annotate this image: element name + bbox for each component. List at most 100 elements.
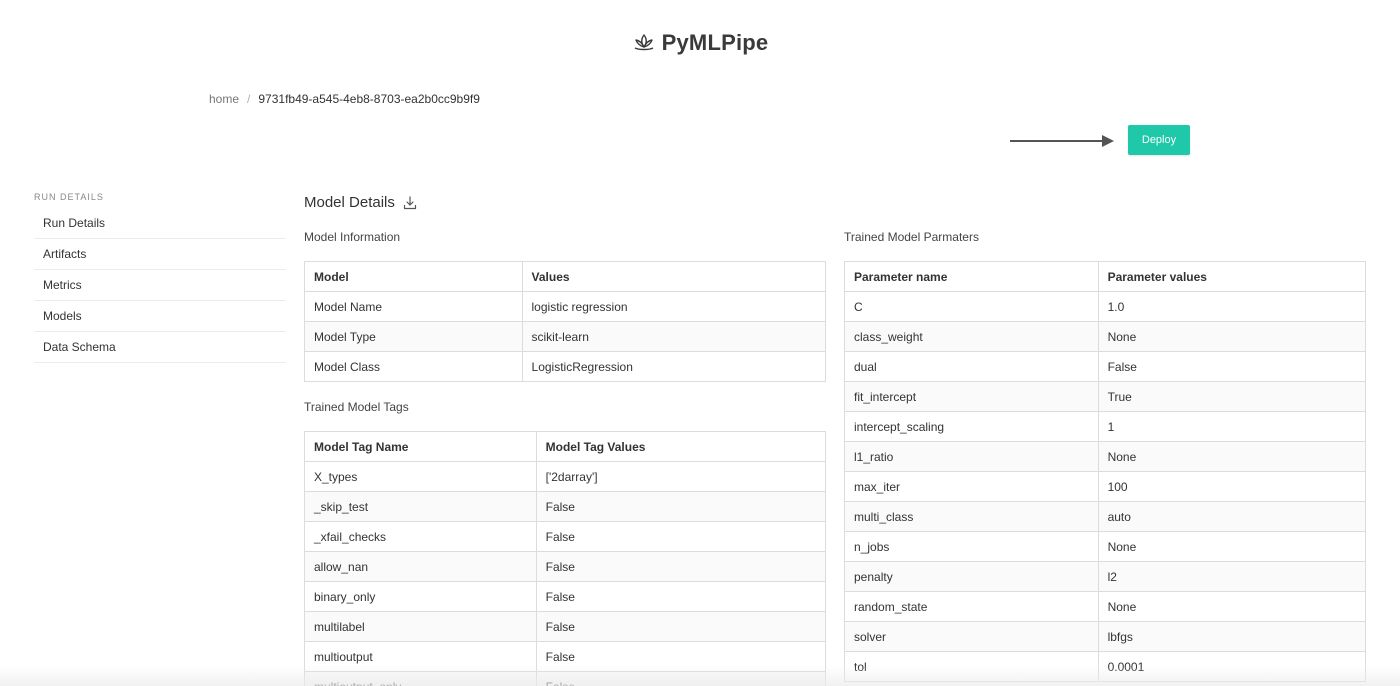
table-cell: class_weight xyxy=(844,321,1099,352)
column-header: Parameter values xyxy=(1097,261,1367,292)
table-cell: None xyxy=(1097,531,1367,562)
table-cell: X_types xyxy=(304,461,537,492)
model-tags-label: Trained Model Tags xyxy=(304,400,409,414)
table-cell: False xyxy=(535,551,827,582)
model-information-label: Model Information xyxy=(304,230,401,244)
table-cell: auto xyxy=(1097,501,1367,532)
table-row: C 1.0 xyxy=(844,291,1367,322)
table-cell: penalty xyxy=(844,561,1099,592)
table-row: dual False xyxy=(844,351,1367,382)
table-row: multioutput False xyxy=(304,641,827,672)
table-cell: LogisticRegression xyxy=(521,351,827,382)
sidebar-item-run-details[interactable]: Run Details xyxy=(34,208,286,239)
sidebar-item-models[interactable]: Models xyxy=(34,301,286,332)
breadcrumb-current-run: 9731fb49-a545-4eb8-8703-ea2b0cc9b9f9 xyxy=(258,92,480,106)
sidebar-item-data-schema[interactable]: Data Schema xyxy=(34,332,286,363)
table-row: _skip_test False xyxy=(304,491,827,522)
table-cell: Model Class xyxy=(304,351,523,382)
table-row: Model Name logistic regression xyxy=(304,291,827,322)
model-parameters-table: Parameter name Parameter values C 1.0 cl… xyxy=(844,261,1367,682)
table-cell: intercept_scaling xyxy=(844,411,1099,442)
table-cell: solver xyxy=(844,621,1099,652)
page-title: Model Details xyxy=(304,194,417,211)
table-cell: logistic regression xyxy=(521,291,827,322)
table-row: Model Class LogisticRegression xyxy=(304,351,827,382)
lotus-icon xyxy=(632,31,656,55)
table-cell: False xyxy=(1097,351,1367,382)
table-cell: lbfgs xyxy=(1097,621,1367,652)
breadcrumb-separator: / xyxy=(247,92,251,106)
table-cell: l1_ratio xyxy=(844,441,1099,472)
table-header-row: Parameter name Parameter values xyxy=(844,261,1367,292)
column-header: Parameter name xyxy=(844,261,1099,292)
table-cell: l2 xyxy=(1097,561,1367,592)
model-parameters-label: Trained Model Parmaters xyxy=(844,230,979,244)
table-cell: None xyxy=(1097,321,1367,352)
table-row: solver lbfgs xyxy=(844,621,1367,652)
table-row: penalty l2 xyxy=(844,561,1367,592)
table-cell: Model Type xyxy=(304,321,523,352)
table-row: tol 0.0001 xyxy=(844,651,1367,682)
table-cell: 100 xyxy=(1097,471,1367,502)
breadcrumb: home / 9731fb49-a545-4eb8-8703-ea2b0cc9b… xyxy=(209,92,480,106)
table-cell: multioutput xyxy=(304,641,537,672)
table-row: random_state None xyxy=(844,591,1367,622)
table-row: class_weight None xyxy=(844,321,1367,352)
model-information-table: Model Values Model Name logistic regress… xyxy=(304,261,827,382)
sidebar: RUN DETAILS Run Details Artifacts Metric… xyxy=(34,192,286,363)
app-window: PyMLPipe home / 9731fb49-a545-4eb8-8703-… xyxy=(0,0,1400,686)
table-cell: None xyxy=(1097,441,1367,472)
table-cell: max_iter xyxy=(844,471,1099,502)
table-row: _xfail_checks False xyxy=(304,521,827,552)
table-cell: True xyxy=(1097,381,1367,412)
table-cell: allow_nan xyxy=(304,551,537,582)
sidebar-item-metrics[interactable]: Metrics xyxy=(34,270,286,301)
table-cell: multilabel xyxy=(304,611,537,642)
table-row: n_jobs None xyxy=(844,531,1367,562)
column-header: Model Tag Values xyxy=(535,431,827,462)
column-header: Values xyxy=(521,261,827,292)
breadcrumb-home-link[interactable]: home xyxy=(209,92,239,106)
sidebar-item-artifacts[interactable]: Artifacts xyxy=(34,239,286,270)
table-cell: False xyxy=(535,521,827,552)
table-cell: False xyxy=(535,611,827,642)
download-icon[interactable] xyxy=(403,195,417,210)
table-cell: multioutput_only xyxy=(304,671,537,686)
table-cell: random_state xyxy=(844,591,1099,622)
table-row: allow_nan False xyxy=(304,551,827,582)
table-cell: fit_intercept xyxy=(844,381,1099,412)
table-row: max_iter 100 xyxy=(844,471,1367,502)
deploy-button[interactable]: Deploy xyxy=(1128,125,1190,155)
brand-title: PyMLPipe xyxy=(661,30,769,55)
table-row: fit_intercept True xyxy=(844,381,1367,412)
table-cell: binary_only xyxy=(304,581,537,612)
table-cell: _skip_test xyxy=(304,491,537,522)
table-cell: scikit-learn xyxy=(521,321,827,352)
table-row: multioutput_only False xyxy=(304,671,827,686)
table-header-row: Model Values xyxy=(304,261,827,292)
pointer-arrow xyxy=(1010,135,1114,147)
table-cell: ['2darray'] xyxy=(535,461,827,492)
table-cell: dual xyxy=(844,351,1099,382)
table-cell: multi_class xyxy=(844,501,1099,532)
table-cell: False xyxy=(535,641,827,672)
brand-header: PyMLPipe xyxy=(0,30,1400,56)
table-row: multi_class auto xyxy=(844,501,1367,532)
table-row: X_types ['2darray'] xyxy=(304,461,827,492)
table-cell: 0.0001 xyxy=(1097,651,1367,682)
table-row: intercept_scaling 1 xyxy=(844,411,1367,442)
table-cell: tol xyxy=(844,651,1099,682)
page-title-text: Model Details xyxy=(304,194,395,211)
sidebar-heading: RUN DETAILS xyxy=(34,192,104,202)
table-cell: n_jobs xyxy=(844,531,1099,562)
table-header-row: Model Tag Name Model Tag Values xyxy=(304,431,827,462)
table-cell: _xfail_checks xyxy=(304,521,537,552)
table-row: Model Type scikit-learn xyxy=(304,321,827,352)
model-tags-table: Model Tag Name Model Tag Values X_types … xyxy=(304,431,827,686)
table-row: multilabel False xyxy=(304,611,827,642)
table-row: l1_ratio None xyxy=(844,441,1367,472)
table-cell: False xyxy=(535,491,827,522)
table-cell: None xyxy=(1097,591,1367,622)
column-header: Model Tag Name xyxy=(304,431,537,462)
column-header: Model xyxy=(304,261,523,292)
